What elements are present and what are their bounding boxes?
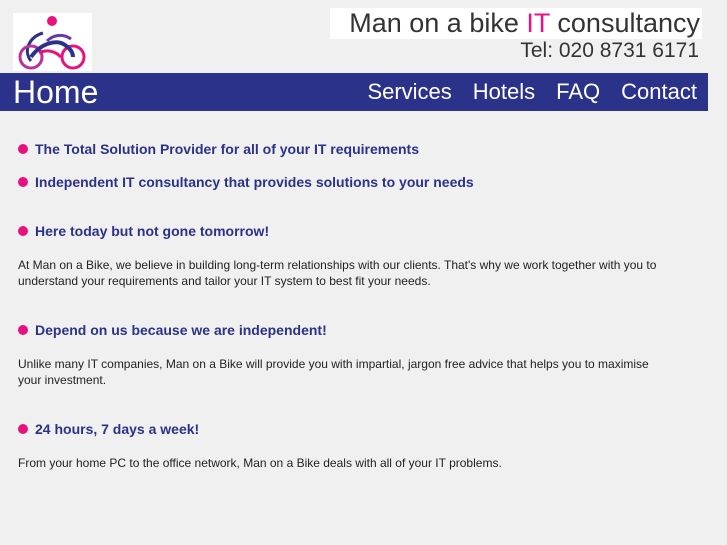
nav-link-services[interactable]: Services [367,79,451,105]
brand-it: IT [526,8,550,38]
section-text: Unlike many IT companies, Man on a Bike … [18,357,649,387]
brand-title: Man on a bike IT consultancy [330,8,702,39]
logo[interactable] [13,13,92,71]
section-heading-row: Here today but not gone tomorrow! [18,222,668,240]
nav-link-faq[interactable]: FAQ [556,79,600,105]
nav-links: Services Hotels FAQ Contact [367,79,697,105]
tagline: The Total Solution Provider for all of y… [35,141,420,157]
nav-bar: Home Services Hotels FAQ Contact [0,73,708,111]
brand-suffix: consultancy [557,8,700,38]
section-heading: 24 hours, 7 days a week! [35,421,200,437]
nav-link-hotels[interactable]: Hotels [473,79,535,105]
current-page-title: Home [13,74,99,110]
section-text: From your home PC to the office network,… [18,456,502,470]
bullet-icon [18,177,28,187]
brand-name: Man on a bike [349,8,519,38]
man-on-bike-logo-icon [18,16,86,70]
section-text: At Man on a Bike, we believe in building… [18,258,657,288]
section-heading-row: Depend on us because we are independent! [18,321,668,339]
bullet-icon [18,144,28,154]
tagline-row: Independent IT consultancy that provides… [18,173,668,191]
section-heading-row: 24 hours, 7 days a week! [18,420,668,438]
tagline-row: The Total Solution Provider for all of y… [18,140,668,158]
nav-link-contact[interactable]: Contact [621,79,697,105]
header: Man on a bike IT consultancy Tel: 020 87… [0,0,727,73]
bullet-icon [18,424,28,434]
main-content: The Total Solution Provider for all of y… [18,140,668,471]
section-heading: Here today but not gone tomorrow! [35,223,270,239]
phone-number: Tel: 020 8731 6171 [520,39,699,62]
bullet-icon [18,226,28,236]
bullet-icon [18,325,28,335]
tagline: Independent IT consultancy that provides… [35,174,474,190]
section-heading: Depend on us because we are independent! [35,322,327,338]
